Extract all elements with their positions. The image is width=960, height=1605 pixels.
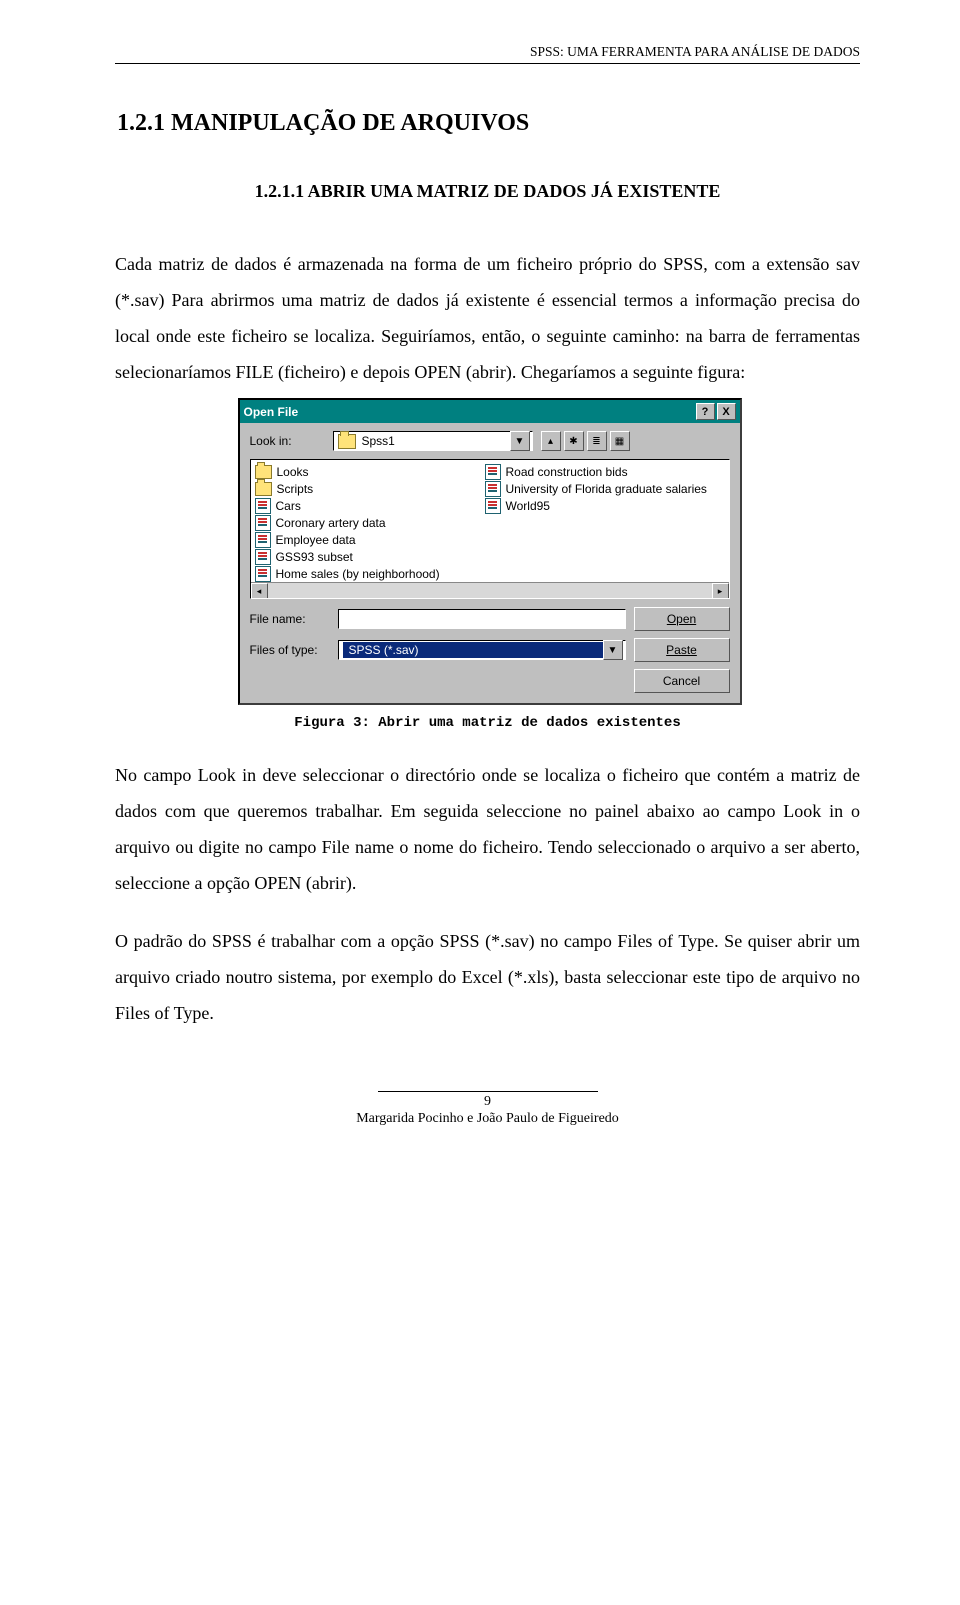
files-of-type-combo[interactable]: SPSS (*.sav) ▼ — [338, 640, 626, 660]
details-view-icon[interactable]: ▦ — [610, 431, 630, 451]
up-folder-icon[interactable]: ▴ — [541, 431, 561, 451]
list-item[interactable]: World95 — [485, 497, 695, 514]
list-item[interactable]: Home sales (by neighborhood) — [255, 565, 465, 582]
scroll-right-icon[interactable]: ▸ — [712, 583, 729, 599]
chevron-down-icon[interactable]: ▼ — [603, 640, 623, 660]
subsection-heading: 1.2.1.1 ABRIR UMA MATRIZ DE DADOS JÁ EXI… — [115, 181, 860, 202]
chevron-down-icon[interactable]: ▼ — [510, 431, 530, 451]
file-icon — [485, 464, 501, 480]
section-number: 1.2.1 — [117, 110, 165, 136]
folder-icon — [255, 465, 272, 479]
files-of-type-label: Files of type: — [250, 643, 325, 657]
list-item[interactable]: Cars — [255, 497, 465, 514]
page-footer: 9 Margarida Pocinho e João Paulo de Figu… — [115, 1091, 860, 1127]
files-of-type-value: SPSS (*.sav) — [343, 642, 603, 658]
file-icon — [255, 498, 271, 514]
list-item[interactable]: Scripts — [255, 480, 465, 497]
page-number: 9 — [115, 1094, 860, 1110]
file-icon — [255, 515, 271, 531]
list-item[interactable]: Looks — [255, 463, 465, 480]
folder-icon — [255, 482, 272, 496]
file-name-label: File name: — [250, 612, 325, 626]
list-view-icon[interactable]: ≣ — [587, 431, 607, 451]
paragraph-filesoftype: O padrão do SPSS é trabalhar com a opção… — [115, 923, 860, 1031]
file-icon — [485, 498, 501, 514]
running-header: SPSS: UMA FERRAMENTA PARA ANÁLISE DE DAD… — [115, 44, 860, 60]
list-item[interactable]: Coronary artery data — [255, 514, 465, 531]
footer-author: Margarida Pocinho e João Paulo de Figuei… — [115, 1111, 860, 1127]
file-icon — [255, 566, 271, 582]
new-folder-icon[interactable]: ✱ — [564, 431, 584, 451]
list-item[interactable]: University of Florida graduate salaries — [485, 480, 695, 497]
look-in-combo[interactable]: Spss1 ▼ — [333, 431, 533, 451]
toolbar-icons: ▴ ✱ ≣ ▦ — [541, 431, 630, 451]
section-title: MANIPULAÇÃO DE ARQUIVOS — [171, 110, 529, 136]
help-button[interactable]: ? — [696, 403, 715, 420]
file-icon — [485, 481, 501, 497]
horizontal-scrollbar[interactable]: ◂ ▸ — [251, 582, 729, 598]
file-name-input[interactable] — [338, 609, 626, 629]
header-rule — [115, 63, 860, 64]
section-heading: 1.2.1 MANIPULAÇÃO DE ARQUIVOS — [117, 110, 860, 137]
footer-rule — [378, 1091, 598, 1092]
look-in-value: Spss1 — [362, 434, 395, 448]
list-item[interactable]: Road construction bids — [485, 463, 695, 480]
file-list[interactable]: Looks Scripts Cars Coronary artery data … — [250, 459, 730, 599]
open-file-dialog: Open File ? X Look in: Spss1 ▼ ▴ ✱ ≣ — [238, 398, 742, 705]
file-icon — [255, 532, 271, 548]
paragraph-lookin: No campo Look in deve seleccionar o dire… — [115, 757, 860, 901]
file-icon — [255, 549, 271, 565]
dialog-titlebar[interactable]: Open File ? X — [240, 400, 740, 423]
paste-button[interactable]: Paste — [634, 638, 730, 662]
folder-icon — [338, 434, 356, 449]
list-item[interactable]: GSS93 subset — [255, 548, 465, 565]
look-in-label: Look in: — [250, 434, 325, 448]
close-button[interactable]: X — [717, 403, 736, 420]
open-button[interactable]: Open — [634, 607, 730, 631]
cancel-button[interactable]: Cancel — [634, 669, 730, 693]
subsection-number: 1.2.1.1 — [255, 181, 305, 201]
subsection-title: ABRIR UMA MATRIZ DE DADOS JÁ EXISTENTE — [308, 181, 721, 201]
scroll-left-icon[interactable]: ◂ — [251, 583, 268, 599]
figure-open-file-dialog: Open File ? X Look in: Spss1 ▼ ▴ ✱ ≣ — [238, 398, 738, 705]
paragraph-intro: Cada matriz de dados é armazenada na for… — [115, 246, 860, 390]
figure-caption: Figura 3: Abrir uma matriz de dados exis… — [115, 715, 860, 731]
list-item[interactable]: Employee data — [255, 531, 465, 548]
dialog-title: Open File — [244, 405, 299, 419]
